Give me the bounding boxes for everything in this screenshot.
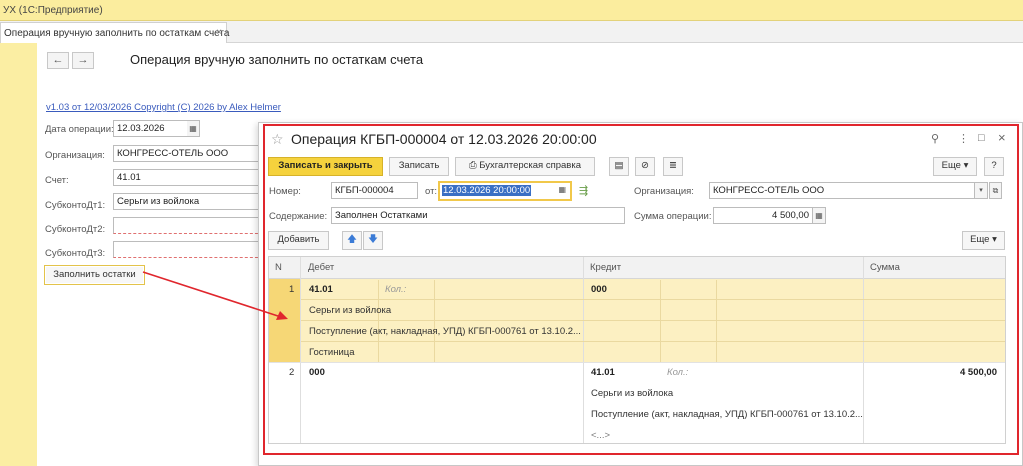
column-divider — [434, 280, 435, 362]
modal-title: Операция КГБП-000004 от 12.03.2026 20:00… — [291, 131, 597, 147]
report-button-label: Бухгалтерская справка — [479, 160, 581, 171]
date-time-value: 12.03.2026 20:00:00 — [442, 185, 532, 196]
calendar-icon[interactable]: ▦ — [558, 185, 566, 194]
row-divider — [301, 299, 1005, 300]
save-button[interactable]: Записать — [389, 157, 449, 176]
row-divider — [269, 362, 1005, 363]
debit-subconto-2[interactable]: Поступление (акт, накладная, УПД) КГБП-0… — [309, 326, 581, 337]
maximize-icon[interactable]: □ — [978, 132, 985, 144]
tab-close-icon[interactable]: × — [216, 27, 222, 38]
row-divider — [301, 320, 1005, 321]
sub2-label: СубконтоДт2: — [45, 224, 106, 235]
column-divider — [863, 257, 864, 443]
dropdown-icon[interactable]: ▾ — [975, 182, 988, 199]
row-number-cell — [269, 279, 300, 362]
column-divider — [583, 257, 584, 443]
org-label: Организация: — [634, 186, 694, 197]
column-header-credit: Кредит — [590, 262, 622, 273]
credit-account[interactable]: 41.01 — [591, 367, 615, 378]
sum-field[interactable]: 4 500,00 — [713, 207, 813, 224]
open-icon[interactable]: ⧉ — [989, 182, 1002, 199]
content-field[interactable]: Заполнен Остатками — [331, 207, 625, 224]
row-sum[interactable]: 4 500,00 — [960, 367, 997, 378]
more-button-label: Еще — [941, 160, 961, 171]
save-close-button[interactable]: Записать и закрыть — [268, 157, 383, 176]
app-title: УХ (1С:Предприятие) — [3, 5, 103, 16]
link-icon[interactable]: ⚲ — [931, 132, 939, 145]
sub1-label: СубконтоДт1: — [45, 200, 106, 211]
copyright-link[interactable]: v1.03 от 12/03/2026 Copyright (C) 2026 b… — [46, 102, 281, 113]
column-header-sum: Сумма — [870, 262, 900, 273]
fill-balances-button[interactable]: Заполнить остатки — [44, 265, 145, 285]
column-header-n: N — [275, 262, 282, 273]
close-icon[interactable]: × — [998, 130, 1006, 145]
debit-qty[interactable]: Кол.: — [385, 284, 406, 295]
number-field[interactable]: КГБП-000004 — [331, 182, 418, 199]
credit-qty[interactable]: Кол.: — [667, 367, 688, 378]
favorite-star-icon[interactable]: ☆ — [271, 131, 284, 148]
sub1-field[interactable]: Серьги из войлока — [113, 193, 263, 210]
sub2-field[interactable] — [113, 217, 263, 234]
printer-icon: ⎙ — [468, 160, 480, 171]
calendar-icon[interactable]: ▦ — [187, 120, 200, 137]
report-button[interactable]: ⎙ Бухгалтерская справка — [455, 157, 595, 176]
attachment-icon[interactable]: ⊘ — [635, 157, 655, 176]
debit-account[interactable]: 41.01 — [309, 284, 333, 295]
check-doc-icon[interactable]: ⇶ — [579, 184, 588, 197]
row-number: 1 — [289, 284, 295, 295]
account-label: Счет: — [45, 175, 69, 186]
move-up-icon[interactable]: 🡅 — [342, 231, 362, 250]
date-time-field[interactable]: 12.03.2026 20:00:00 ▦ — [438, 181, 572, 201]
credit-subconto-2[interactable]: Поступление (акт, накладная, УПД) КГБП-0… — [591, 409, 863, 420]
date-label: Дата операции: — [45, 124, 114, 135]
column-header-debit: Дебет — [308, 262, 335, 273]
move-down-icon[interactable]: 🡇 — [363, 231, 383, 250]
account-field[interactable]: 41.01 — [113, 169, 263, 186]
document-icon[interactable]: ▤ — [609, 157, 629, 176]
page-title: Операция вручную заполнить по остаткам с… — [130, 52, 424, 67]
org-label: Организация: — [45, 150, 105, 161]
debit-subconto-3[interactable]: Гостиница — [309, 347, 354, 358]
column-divider — [716, 280, 717, 362]
help-button[interactable]: ? — [984, 157, 1004, 176]
content-label: Содержание: — [269, 211, 328, 222]
credit-account[interactable]: 000 — [591, 284, 607, 295]
from-label: от: — [425, 186, 438, 197]
sub3-label: СубконтоДт3: — [45, 248, 106, 259]
tab-operation[interactable]: Операция вручную заполнить по остаткам с… — [0, 22, 230, 43]
debit-subconto-1[interactable]: Серьги из войлока — [309, 305, 391, 316]
sum-label: Сумма операции: — [634, 211, 712, 222]
row-divider — [301, 341, 1005, 342]
list-icon[interactable]: ≣ — [663, 157, 683, 176]
org-field[interactable]: КОНГРЕСС-ОТЕЛЬ ООО — [113, 145, 263, 162]
debit-account[interactable]: 000 — [309, 367, 325, 378]
org-field[interactable]: КОНГРЕСС-ОТЕЛЬ ООО — [709, 182, 975, 199]
more-button[interactable]: Еще ▾ — [933, 157, 977, 176]
column-divider — [378, 280, 379, 362]
table-more-button[interactable]: Еще ▾ — [962, 231, 1005, 250]
tab-strip: Операция вручную заполнить по остаткам с… — [0, 21, 1023, 43]
sub3-field[interactable] — [113, 241, 263, 258]
side-panel — [0, 43, 37, 466]
credit-subconto-1[interactable]: Серьги из войлока — [591, 388, 673, 399]
more-icon[interactable]: ⋮ — [958, 132, 969, 145]
column-divider — [300, 257, 301, 443]
add-row-button[interactable]: Добавить — [268, 231, 329, 250]
calculator-icon[interactable]: ▦ — [813, 207, 826, 224]
app-titlebar: УХ (1С:Предприятие) — [0, 0, 1023, 21]
credit-subconto-3[interactable]: <...> — [591, 430, 610, 441]
column-divider — [660, 280, 661, 362]
number-label: Номер: — [269, 186, 301, 197]
row-number: 2 — [289, 367, 295, 378]
table-more-label: Еще — [970, 234, 990, 245]
forward-button[interactable]: → — [72, 52, 94, 69]
date-field[interactable]: 12.03.2026 — [113, 120, 188, 137]
tab-label: Операция вручную заполнить по остаткам с… — [4, 28, 230, 39]
back-button[interactable]: ← — [47, 52, 69, 69]
